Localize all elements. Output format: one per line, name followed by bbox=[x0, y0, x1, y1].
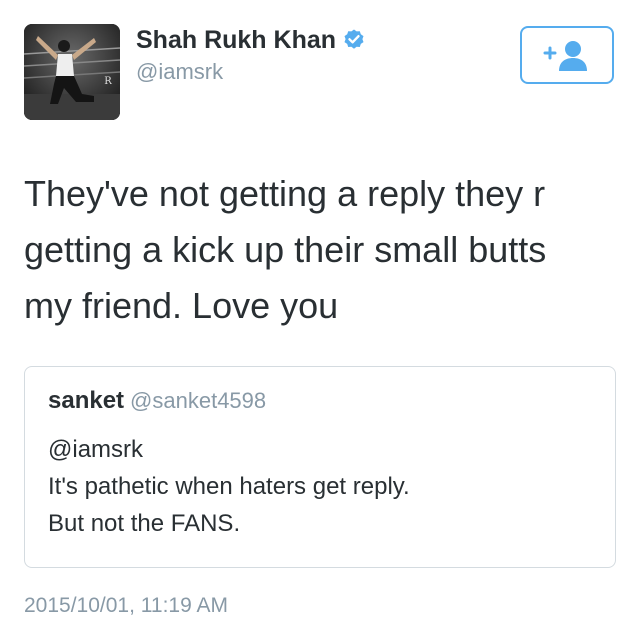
tweet-text-line: getting a kick up their small butts bbox=[24, 229, 547, 270]
quoted-tweet-body: @iamsrk It's pathetic when haters get re… bbox=[48, 431, 410, 542]
quoted-author-handle: @sanket4598 bbox=[130, 388, 267, 413]
quoted-mention-link[interactable]: @iamsrk bbox=[48, 431, 410, 468]
quoted-author-name: sanket bbox=[48, 387, 125, 414]
author-display-name[interactable]: Shah Rukh Khan bbox=[136, 26, 336, 54]
verified-badge-icon bbox=[342, 28, 366, 60]
author-handle[interactable]: @iamsrk bbox=[136, 58, 223, 86]
quoted-body-line: It's pathetic when haters get reply. bbox=[48, 473, 410, 500]
profile-photo: R bbox=[24, 24, 120, 120]
follow-button[interactable] bbox=[520, 26, 614, 84]
svg-text:R: R bbox=[104, 76, 112, 87]
tweet-text: They've not getting a reply they r getti… bbox=[24, 166, 614, 334]
add-user-icon bbox=[543, 41, 587, 71]
quoted-tweet-card[interactable]: sanket @sanket4598 @iamsrk It's pathetic … bbox=[24, 366, 616, 568]
avatar[interactable]: R bbox=[24, 24, 120, 120]
tweet-text-line: They've not getting a reply they r bbox=[24, 173, 546, 214]
author-name-row[interactable]: Shah Rukh Khan bbox=[136, 24, 366, 60]
tweet-text-line: my friend. Love you bbox=[24, 285, 339, 326]
quoted-body-line: But not the FANS. bbox=[48, 510, 241, 537]
tweet-timestamp: 2015/10/01, 11:19 AM bbox=[24, 594, 228, 617]
quoted-tweet-header: sanket @sanket4598 bbox=[48, 385, 266, 420]
